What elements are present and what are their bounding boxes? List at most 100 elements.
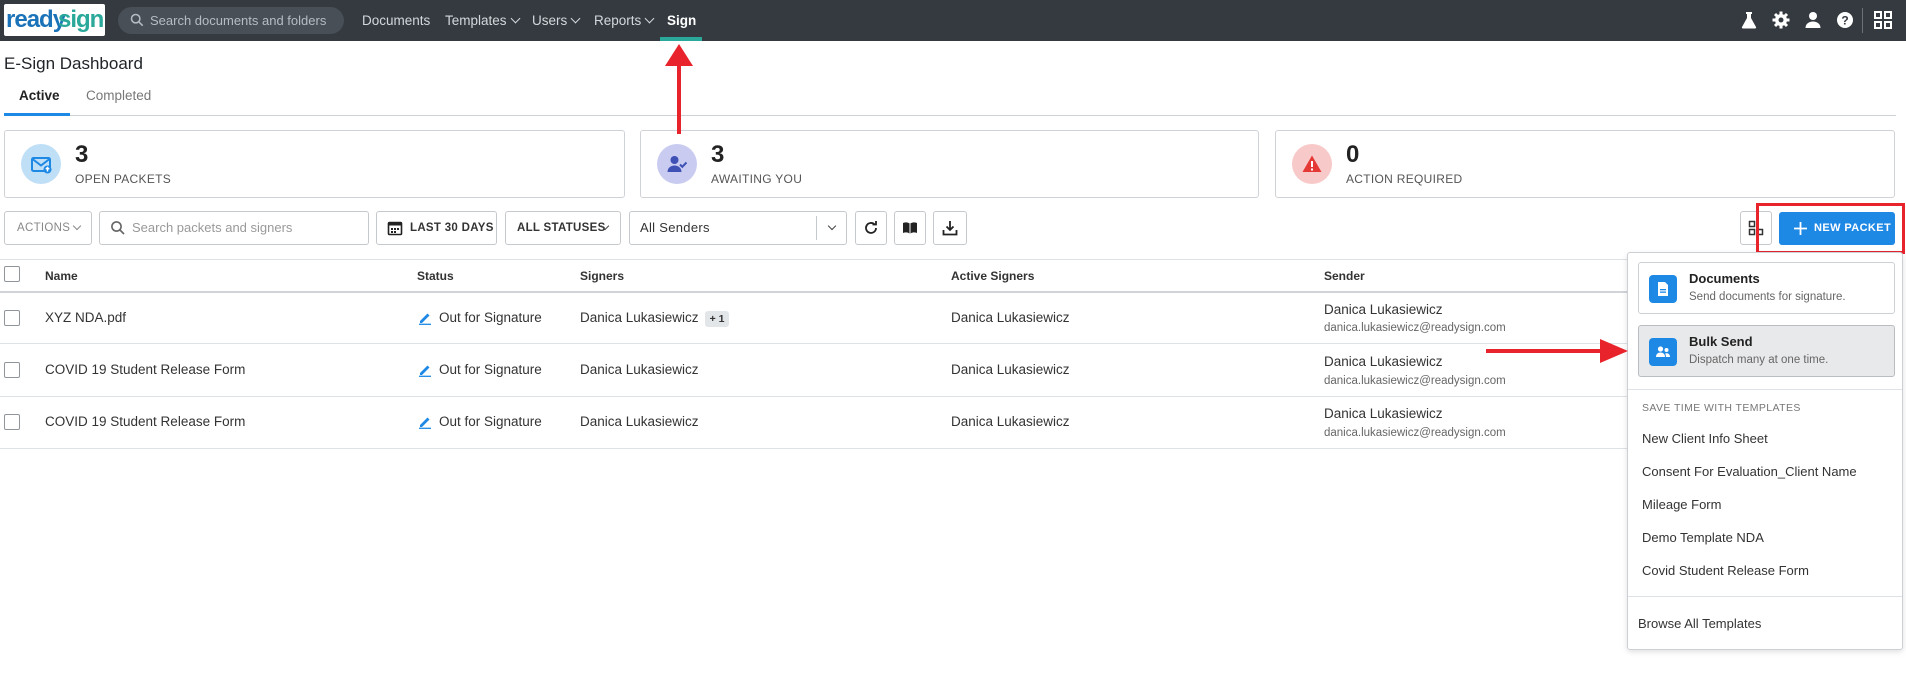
packet-status: Out for Signature <box>439 414 542 429</box>
chevron-down-icon <box>570 13 581 24</box>
packet-active-signers: Danica Lukasiewicz <box>951 310 1070 325</box>
packet-name[interactable]: XYZ NDA.pdf <box>45 310 126 325</box>
sender-select[interactable]: All Senders <box>629 211 847 245</box>
template-item[interactable]: Demo Template NDA <box>1642 530 1764 545</box>
status-filter-label: ALL STATUSES <box>517 222 606 234</box>
template-item[interactable]: Consent For Evaluation_Client Name <box>1642 464 1857 479</box>
packet-sender-email: danica.lukasiewicz@readysign.com <box>1324 427 1506 439</box>
stat-icon-circle <box>21 144 61 184</box>
signer-name: Danica Lukasiewicz <box>580 310 699 325</box>
flask-icon[interactable] <box>1739 10 1759 30</box>
annotation-highlight-box <box>1756 203 1905 254</box>
packet-status: Out for Signature <box>439 310 542 325</box>
templates-section-label: SAVE TIME WITH TEMPLATES <box>1642 402 1801 414</box>
stat-card-open-packets[interactable]: 3 OPEN PACKETS <box>4 130 625 198</box>
stat-card-action-required[interactable]: 0 ACTION REQUIRED <box>1275 130 1895 198</box>
top-navbar: ready sign Search documents and folders … <box>0 0 1906 41</box>
logo-text-ready: ready <box>6 6 66 33</box>
menu-option-title: Documents <box>1689 271 1760 286</box>
new-packet-menu: Documents Send documents for signature. … <box>1627 252 1903 650</box>
select-all-checkbox[interactable] <box>4 266 20 282</box>
packet-name[interactable]: COVID 19 Student Release Form <box>45 414 245 429</box>
download-button[interactable] <box>933 211 967 245</box>
global-search-input[interactable]: Search documents and folders <box>118 7 344 34</box>
row-checkbox[interactable] <box>4 362 20 378</box>
extra-signers-badge[interactable]: + 1 <box>704 311 730 327</box>
chevron-down-icon <box>827 221 837 231</box>
packet-search-placeholder: Search packets and signers <box>132 220 293 235</box>
calendar-icon <box>387 221 403 236</box>
packet-sender: Danica Lukasiewicz <box>1324 406 1443 421</box>
packet-sender: Danica Lukasiewicz <box>1324 302 1443 317</box>
column-header-sender[interactable]: Sender <box>1324 269 1365 283</box>
actions-label: ACTIONS <box>17 222 71 234</box>
nav-users[interactable]: Users <box>532 0 581 41</box>
template-item[interactable]: Covid Student Release Form <box>1642 563 1809 578</box>
nav-documents[interactable]: Documents <box>362 0 430 41</box>
table-header-border <box>0 291 1627 293</box>
menu-option-documents[interactable]: Documents Send documents for signature. <box>1638 262 1895 314</box>
sender-select-value: All Senders <box>640 220 710 235</box>
book-open-icon <box>903 222 917 234</box>
packet-search-input[interactable]: Search packets and signers <box>99 211 369 245</box>
stat-value: 3 <box>711 141 725 168</box>
packet-active-signers: Danica Lukasiewicz <box>951 362 1070 377</box>
column-header-active-signers[interactable]: Active Signers <box>951 269 1034 283</box>
nav-divider <box>1862 8 1863 33</box>
column-header-signers[interactable]: Signers <box>580 269 624 283</box>
search-icon <box>130 13 144 27</box>
row-checkbox[interactable] <box>4 414 20 430</box>
user-icon[interactable] <box>1803 10 1823 30</box>
guide-button[interactable] <box>894 211 926 245</box>
pen-icon <box>419 365 431 377</box>
help-icon[interactable]: ? <box>1835 10 1855 30</box>
packet-sender: Danica Lukasiewicz <box>1324 354 1443 369</box>
logo-text-sign: sign <box>58 6 104 33</box>
packet-sender-email: danica.lukasiewicz@readysign.com <box>1324 322 1506 334</box>
menu-option-bulk-send[interactable]: Bulk Send Dispatch many at one time. <box>1638 325 1895 377</box>
nav-templates[interactable]: Templates <box>445 0 520 41</box>
gear-icon[interactable] <box>1771 10 1791 30</box>
stat-icon-circle <box>657 144 697 184</box>
menu-option-desc: Send documents for signature. <box>1689 291 1846 303</box>
packet-signers: Danica Lukasiewicz <box>580 414 699 429</box>
nav-documents-label: Documents <box>362 13 431 28</box>
tab-active[interactable]: Active <box>19 88 60 103</box>
column-header-name[interactable]: Name <box>45 269 78 283</box>
packet-active-signers: Danica Lukasiewicz <box>951 414 1070 429</box>
svg-text:?: ? <box>1841 14 1848 28</box>
chevron-down-icon <box>510 13 520 24</box>
readysign-logo[interactable]: ready sign <box>4 4 105 36</box>
apps-grid-icon[interactable] <box>1873 10 1893 30</box>
status-filter[interactable]: ALL STATUSES <box>505 211 621 245</box>
column-header-status[interactable]: Status <box>417 269 454 283</box>
pen-icon <box>419 313 431 325</box>
actions-dropdown[interactable]: ACTIONS <box>4 211 92 245</box>
tab-completed[interactable]: Completed <box>86 88 151 103</box>
active-tab-indicator <box>4 113 70 116</box>
chevron-down-icon <box>72 221 82 231</box>
page-title: E-Sign Dashboard <box>4 54 143 73</box>
stat-card-awaiting-you[interactable]: 3 AWAITING YOU <box>640 130 1259 198</box>
table-top-border <box>0 259 1627 260</box>
nav-sign[interactable]: Sign <box>667 0 696 41</box>
download-icon <box>942 221 958 236</box>
template-item[interactable]: New Client Info Sheet <box>1642 431 1768 446</box>
global-search-placeholder: Search documents and folders <box>150 13 327 28</box>
template-item[interactable]: Mileage Form <box>1642 497 1721 512</box>
refresh-button[interactable] <box>855 211 887 245</box>
packet-name[interactable]: COVID 19 Student Release Form <box>45 362 245 377</box>
select-divider <box>816 216 817 240</box>
menu-option-title: Bulk Send <box>1689 334 1753 349</box>
packet-signers: Danica Lukasiewicz + 1 <box>580 310 730 327</box>
packet-status: Out for Signature <box>439 362 542 377</box>
menu-option-desc: Dispatch many at one time. <box>1689 354 1829 366</box>
pen-icon <box>419 417 431 429</box>
date-range-filter[interactable]: LAST 30 DAYS <box>376 211 497 245</box>
nav-reports[interactable]: Reports <box>594 0 655 41</box>
tabs-divider <box>4 115 1896 116</box>
warning-icon <box>1302 155 1322 172</box>
browse-all-templates-link[interactable]: Browse All Templates <box>1638 616 1761 631</box>
nav-reports-label: Reports <box>594 13 642 28</box>
row-checkbox[interactable] <box>4 310 20 326</box>
